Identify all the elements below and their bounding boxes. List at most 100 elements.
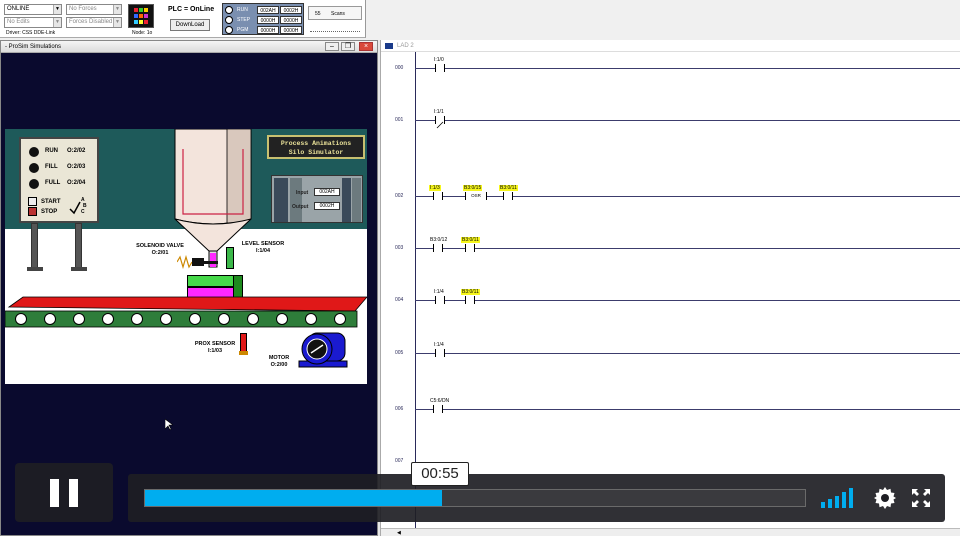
plc-status: PLC = OnLine xyxy=(168,6,215,13)
progress-fill xyxy=(145,490,442,506)
xic-contact-icon[interactable] xyxy=(465,296,475,304)
chevron-down-icon: ▼ xyxy=(53,5,61,14)
rung-line xyxy=(415,120,960,121)
contact-address[interactable]: B3:0/11 xyxy=(499,185,518,191)
roller xyxy=(247,313,259,325)
contact-address[interactable]: B3:0/11 xyxy=(461,237,480,243)
abc-selector-switch[interactable]: A B C xyxy=(69,197,89,217)
rung-number: 003 xyxy=(395,245,404,251)
ladder-title-bar: LAD 2 xyxy=(381,40,960,52)
mode-select-value: ONLINE xyxy=(7,6,30,12)
reg-row-run[interactable]: RUN 002AH 0002H xyxy=(225,6,303,14)
banner-line2: Silo Simulator xyxy=(288,149,344,156)
input-value: 002AH xyxy=(314,188,340,196)
conveyor-rollers xyxy=(11,313,351,327)
contact-address[interactable]: C5:6/DN xyxy=(429,398,450,404)
maximize-button[interactable]: ❐ xyxy=(341,42,355,51)
fullscreen-icon[interactable] xyxy=(911,488,931,508)
driver-label: Driver: CSS DDE-Link xyxy=(6,30,56,36)
mode-select[interactable]: ONLINE ▼ xyxy=(4,4,62,15)
prox-label: PROX SENSOR xyxy=(194,341,236,347)
contact-address[interactable]: I:1/3 xyxy=(429,185,441,191)
xio-contact-icon[interactable] xyxy=(435,116,445,129)
xic-contact-icon[interactable] xyxy=(435,296,445,304)
pgm-radio-icon[interactable] xyxy=(225,26,233,34)
close-button[interactable]: × xyxy=(359,42,373,51)
plc-rack-image: Input 002AH Output 0002H xyxy=(271,175,363,223)
forces-disabled-select[interactable]: Forces Disabled ▼ xyxy=(66,17,122,28)
run-radio-icon[interactable] xyxy=(225,6,233,14)
edits-select[interactable]: No Edits ▼ xyxy=(4,17,62,28)
control-panel: RUN O:2/02 FILL O:2/03 FULL O:2/04 START… xyxy=(19,137,99,223)
reg-row-step[interactable]: STEP 0000H 0000H xyxy=(225,16,303,24)
scans-label: Scans xyxy=(331,11,345,17)
contact-address[interactable]: B3:0/12 xyxy=(429,237,448,243)
contact-address[interactable]: I:1/0 xyxy=(433,57,445,63)
roller xyxy=(218,313,230,325)
forces-select[interactable]: No Forces ▼ xyxy=(66,4,122,15)
xic-contact-icon[interactable] xyxy=(465,244,475,252)
roller xyxy=(15,313,27,325)
rung-number: 004 xyxy=(395,297,404,303)
reg-label-pgm: PGM xyxy=(237,27,249,33)
xic-contact-icon[interactable] xyxy=(433,192,443,200)
motor-label: MOTOR xyxy=(268,355,290,361)
osr-instruction[interactable]: OSR xyxy=(465,192,487,200)
pause-button[interactable] xyxy=(15,463,113,522)
xic-contact-icon[interactable] xyxy=(433,244,443,252)
silo-banner: Process Animations Silo Simulator xyxy=(267,135,365,159)
fill-light-icon xyxy=(29,163,39,173)
motor-addr: O:2/00 xyxy=(270,362,288,368)
rung-number: 007 xyxy=(395,458,404,464)
rung-number: 006 xyxy=(395,406,404,412)
contact-address[interactable]: I:1/1 xyxy=(433,109,445,115)
step-radio-icon[interactable] xyxy=(225,16,233,24)
register-panel: RUN 002AH 0002H STEP 0000H 0000H PGM 000… xyxy=(222,3,304,35)
scroll-left-icon[interactable]: ◀ xyxy=(397,530,401,536)
reg-value: 0000H xyxy=(257,26,279,34)
level-addr: I:1/04 xyxy=(255,248,271,254)
start-button[interactable] xyxy=(28,197,37,206)
motor-label-group: MOTOR O:2/00 xyxy=(259,355,299,369)
contact-address[interactable]: I:1/4 xyxy=(433,289,445,295)
pause-bar-right xyxy=(69,479,78,507)
contact-address[interactable]: I:1/4 xyxy=(433,342,445,348)
xic-contact-icon[interactable] xyxy=(503,192,513,200)
xic-contact-icon[interactable] xyxy=(435,64,445,72)
pause-bar-left xyxy=(50,479,59,507)
level-label-group: LEVEL SENSOR I:1/04 xyxy=(233,241,293,255)
xic-contact-icon[interactable] xyxy=(435,349,445,357)
roller xyxy=(73,313,85,325)
minimize-button[interactable]: – xyxy=(325,42,339,51)
xic-contact-icon[interactable] xyxy=(433,405,443,413)
horizontal-scrollbar[interactable]: ◀ xyxy=(381,528,960,536)
reg-value: 0000H xyxy=(257,16,279,24)
output-value: 0002H xyxy=(314,202,340,210)
download-button[interactable]: DownLoad xyxy=(170,19,210,31)
scan-slider[interactable] xyxy=(310,24,360,32)
full-addr: O:2/04 xyxy=(67,180,86,186)
progress-bar[interactable] xyxy=(144,489,806,507)
toolbar-panel: ONLINE ▼ No Forces ▼ No Edits ▼ Forces D… xyxy=(0,0,366,38)
solenoid-label: SOLENOID VALVE xyxy=(136,243,184,249)
prosim-title: - ProSim Simulations xyxy=(5,44,62,50)
stop-button[interactable] xyxy=(28,207,37,216)
rung-line xyxy=(415,409,960,410)
forces-select-value: No Forces xyxy=(69,6,97,12)
rung-line xyxy=(415,300,960,301)
prox-sensor-icon xyxy=(240,333,247,353)
reg-row-pgm[interactable]: PGM 0000H 0000H xyxy=(225,26,303,34)
selector-c: C xyxy=(81,209,85,215)
plc-logo-icon[interactable] xyxy=(128,4,154,28)
chevron-down-icon: ▼ xyxy=(113,5,121,14)
volume-icon[interactable] xyxy=(821,488,857,508)
silo-simulation: RUN O:2/02 FILL O:2/03 FULL O:2/04 START… xyxy=(5,129,367,384)
rung-number: 001 xyxy=(395,117,404,123)
scan-count: 55 xyxy=(315,11,321,17)
reg-value: 0000H xyxy=(280,26,302,34)
gear-icon[interactable] xyxy=(873,486,897,510)
contact-address[interactable]: B3:0/15 xyxy=(463,185,483,191)
reg-value: 002AH xyxy=(257,6,279,14)
contact-address[interactable]: B3:0/11 xyxy=(461,289,480,295)
prox-sensor-base xyxy=(239,351,248,355)
